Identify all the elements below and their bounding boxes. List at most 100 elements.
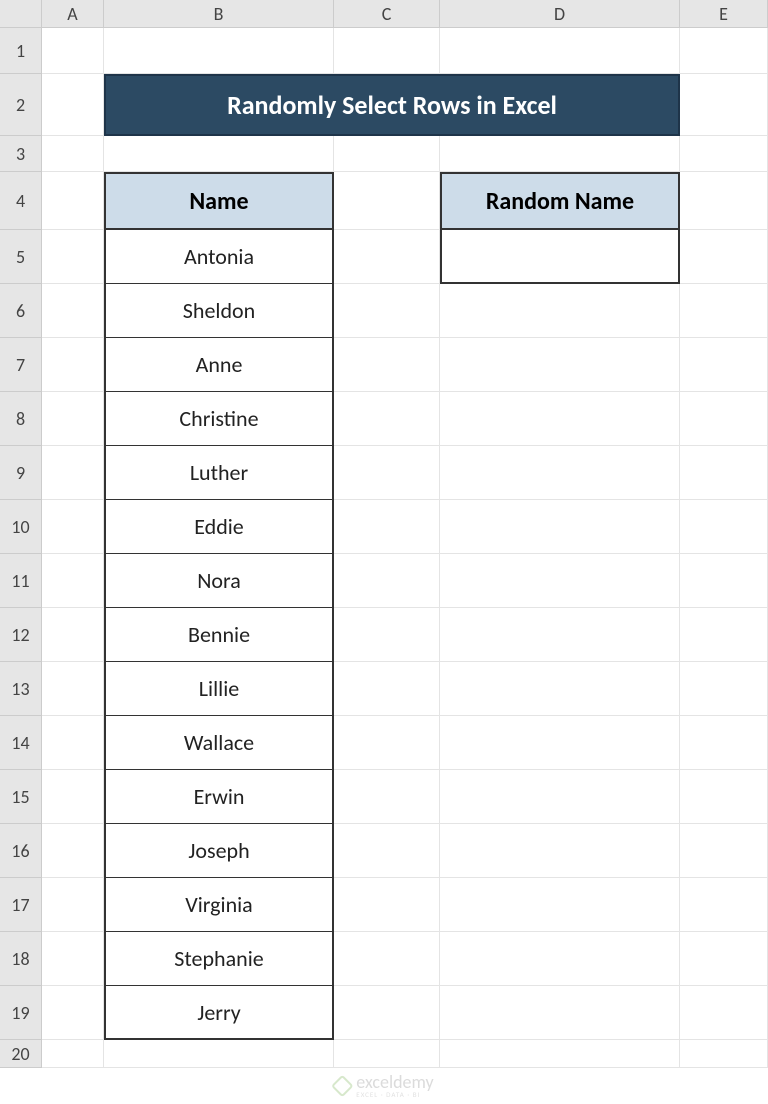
cell-C16[interactable] [334,824,440,878]
cell-E7[interactable] [680,338,768,392]
cell-E8[interactable] [680,392,768,446]
cell-C19[interactable] [334,986,440,1040]
col-header-E[interactable]: E [680,0,768,28]
cell-A8[interactable] [42,392,104,446]
name-cell[interactable]: Sheldon [104,284,334,338]
cell-D14[interactable] [440,716,680,770]
col-header-D[interactable]: D [440,0,680,28]
cell-A16[interactable] [42,824,104,878]
cell-C20[interactable] [334,1040,440,1068]
name-cell[interactable]: Virginia [104,878,334,932]
cell-C8[interactable] [334,392,440,446]
cell-C13[interactable] [334,662,440,716]
row-header-18[interactable]: 18 [0,932,42,986]
cell-E4[interactable] [680,172,768,230]
cell-A11[interactable] [42,554,104,608]
cell-E11[interactable] [680,554,768,608]
cell-E18[interactable] [680,932,768,986]
cell-C7[interactable] [334,338,440,392]
cell-B1[interactable] [104,28,334,74]
row-header-19[interactable]: 19 [0,986,42,1040]
row-header-5[interactable]: 5 [0,230,42,284]
cell-A14[interactable] [42,716,104,770]
cell-C5[interactable] [334,230,440,284]
cell-B20[interactable] [104,1040,334,1068]
name-cell[interactable]: Antonia [104,230,334,284]
name-cell[interactable]: Stephanie [104,932,334,986]
cell-A15[interactable] [42,770,104,824]
name-cell[interactable]: Lillie [104,662,334,716]
cell-D1[interactable] [440,28,680,74]
name-cell[interactable]: Anne [104,338,334,392]
cell-A12[interactable] [42,608,104,662]
name-cell[interactable]: Jerry [104,986,334,1040]
cell-D10[interactable] [440,500,680,554]
cell-C3[interactable] [334,136,440,172]
name-cell[interactable]: Luther [104,446,334,500]
cell-A6[interactable] [42,284,104,338]
cell-A4[interactable] [42,172,104,230]
cell-C11[interactable] [334,554,440,608]
cell-A10[interactable] [42,500,104,554]
cell-C12[interactable] [334,608,440,662]
cell-E12[interactable] [680,608,768,662]
row-header-20[interactable]: 20 [0,1040,42,1068]
cell-E10[interactable] [680,500,768,554]
cell-C9[interactable] [334,446,440,500]
row-header-12[interactable]: 12 [0,608,42,662]
row-header-7[interactable]: 7 [0,338,42,392]
cell-E19[interactable] [680,986,768,1040]
row-header-8[interactable]: 8 [0,392,42,446]
select-all-corner[interactable] [0,0,42,28]
random-name-cell[interactable] [440,230,680,284]
row-header-6[interactable]: 6 [0,284,42,338]
col-header-C[interactable]: C [334,0,440,28]
cell-A18[interactable] [42,932,104,986]
row-header-2[interactable]: 2 [0,74,42,136]
name-cell[interactable]: Eddie [104,500,334,554]
cell-D3[interactable] [440,136,680,172]
cell-E1[interactable] [680,28,768,74]
row-header-11[interactable]: 11 [0,554,42,608]
cell-E15[interactable] [680,770,768,824]
cell-D15[interactable] [440,770,680,824]
col-header-A[interactable]: A [42,0,104,28]
cell-A5[interactable] [42,230,104,284]
cell-C18[interactable] [334,932,440,986]
cell-B3[interactable] [104,136,334,172]
cell-E20[interactable] [680,1040,768,1068]
cell-D17[interactable] [440,878,680,932]
cell-A7[interactable] [42,338,104,392]
name-column-header[interactable]: Name [104,172,334,230]
row-header-9[interactable]: 9 [0,446,42,500]
cell-C6[interactable] [334,284,440,338]
cell-C4[interactable] [334,172,440,230]
cell-A19[interactable] [42,986,104,1040]
cell-C1[interactable] [334,28,440,74]
cell-C17[interactable] [334,878,440,932]
cell-D8[interactable] [440,392,680,446]
cell-A13[interactable] [42,662,104,716]
cell-D16[interactable] [440,824,680,878]
cell-D11[interactable] [440,554,680,608]
random-name-header[interactable]: Random Name [440,172,680,230]
cell-C14[interactable] [334,716,440,770]
cell-A9[interactable] [42,446,104,500]
name-cell[interactable]: Nora [104,554,334,608]
cell-E3[interactable] [680,136,768,172]
row-header-17[interactable]: 17 [0,878,42,932]
cell-E16[interactable] [680,824,768,878]
cell-A20[interactable] [42,1040,104,1068]
cell-E13[interactable] [680,662,768,716]
cell-E17[interactable] [680,878,768,932]
cell-D20[interactable] [440,1040,680,1068]
cell-E5[interactable] [680,230,768,284]
col-header-B[interactable]: B [104,0,334,28]
cell-D13[interactable] [440,662,680,716]
row-header-4[interactable]: 4 [0,172,42,230]
cell-A17[interactable] [42,878,104,932]
cell-D19[interactable] [440,986,680,1040]
cell-C15[interactable] [334,770,440,824]
cell-D7[interactable] [440,338,680,392]
cell-A3[interactable] [42,136,104,172]
